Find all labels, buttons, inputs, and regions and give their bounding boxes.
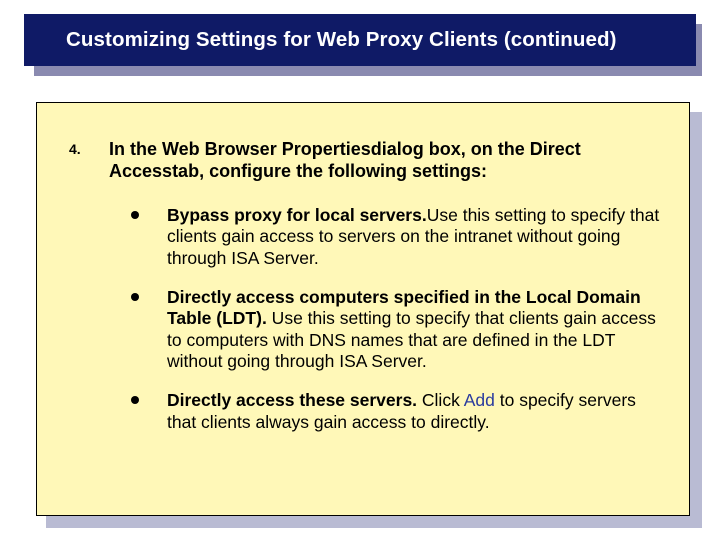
step-number: 4. [69,139,109,195]
list-item: Directly access computers specified in t… [125,287,663,372]
body-panel: 4. In the Web Browser Propertiesdialog b… [36,102,690,516]
bullet-list: Bypass proxy for local servers.Use this … [69,205,663,433]
lead-part-5: tab, configure the following settings: [172,161,487,181]
bullet-title: Bypass proxy for local servers. [167,205,427,225]
step-lead: In the Web Browser Propertiesdialog box,… [109,139,663,183]
list-item: Bypass proxy for local servers.Use this … [125,205,663,269]
slide: Customizing Settings for Web Proxy Clien… [0,0,720,540]
lead-part-1: In the [109,139,162,159]
title-bar: Customizing Settings for Web Proxy Clien… [24,14,696,66]
add-link-label: Add [464,390,495,410]
step-4: 4. In the Web Browser Propertiesdialog b… [69,139,663,195]
list-item: Directly access these servers. Click Add… [125,390,663,433]
bullet-text-pre: Click [417,390,464,410]
lead-bold-1: Web Browser Properties [162,139,371,159]
lead-part-3: dialog box, on the [371,139,530,159]
title-wrap: Customizing Settings for Web Proxy Clien… [24,14,696,70]
slide-title: Customizing Settings for Web Proxy Clien… [66,28,617,52]
bullet-title: Directly access these servers. [167,390,417,410]
